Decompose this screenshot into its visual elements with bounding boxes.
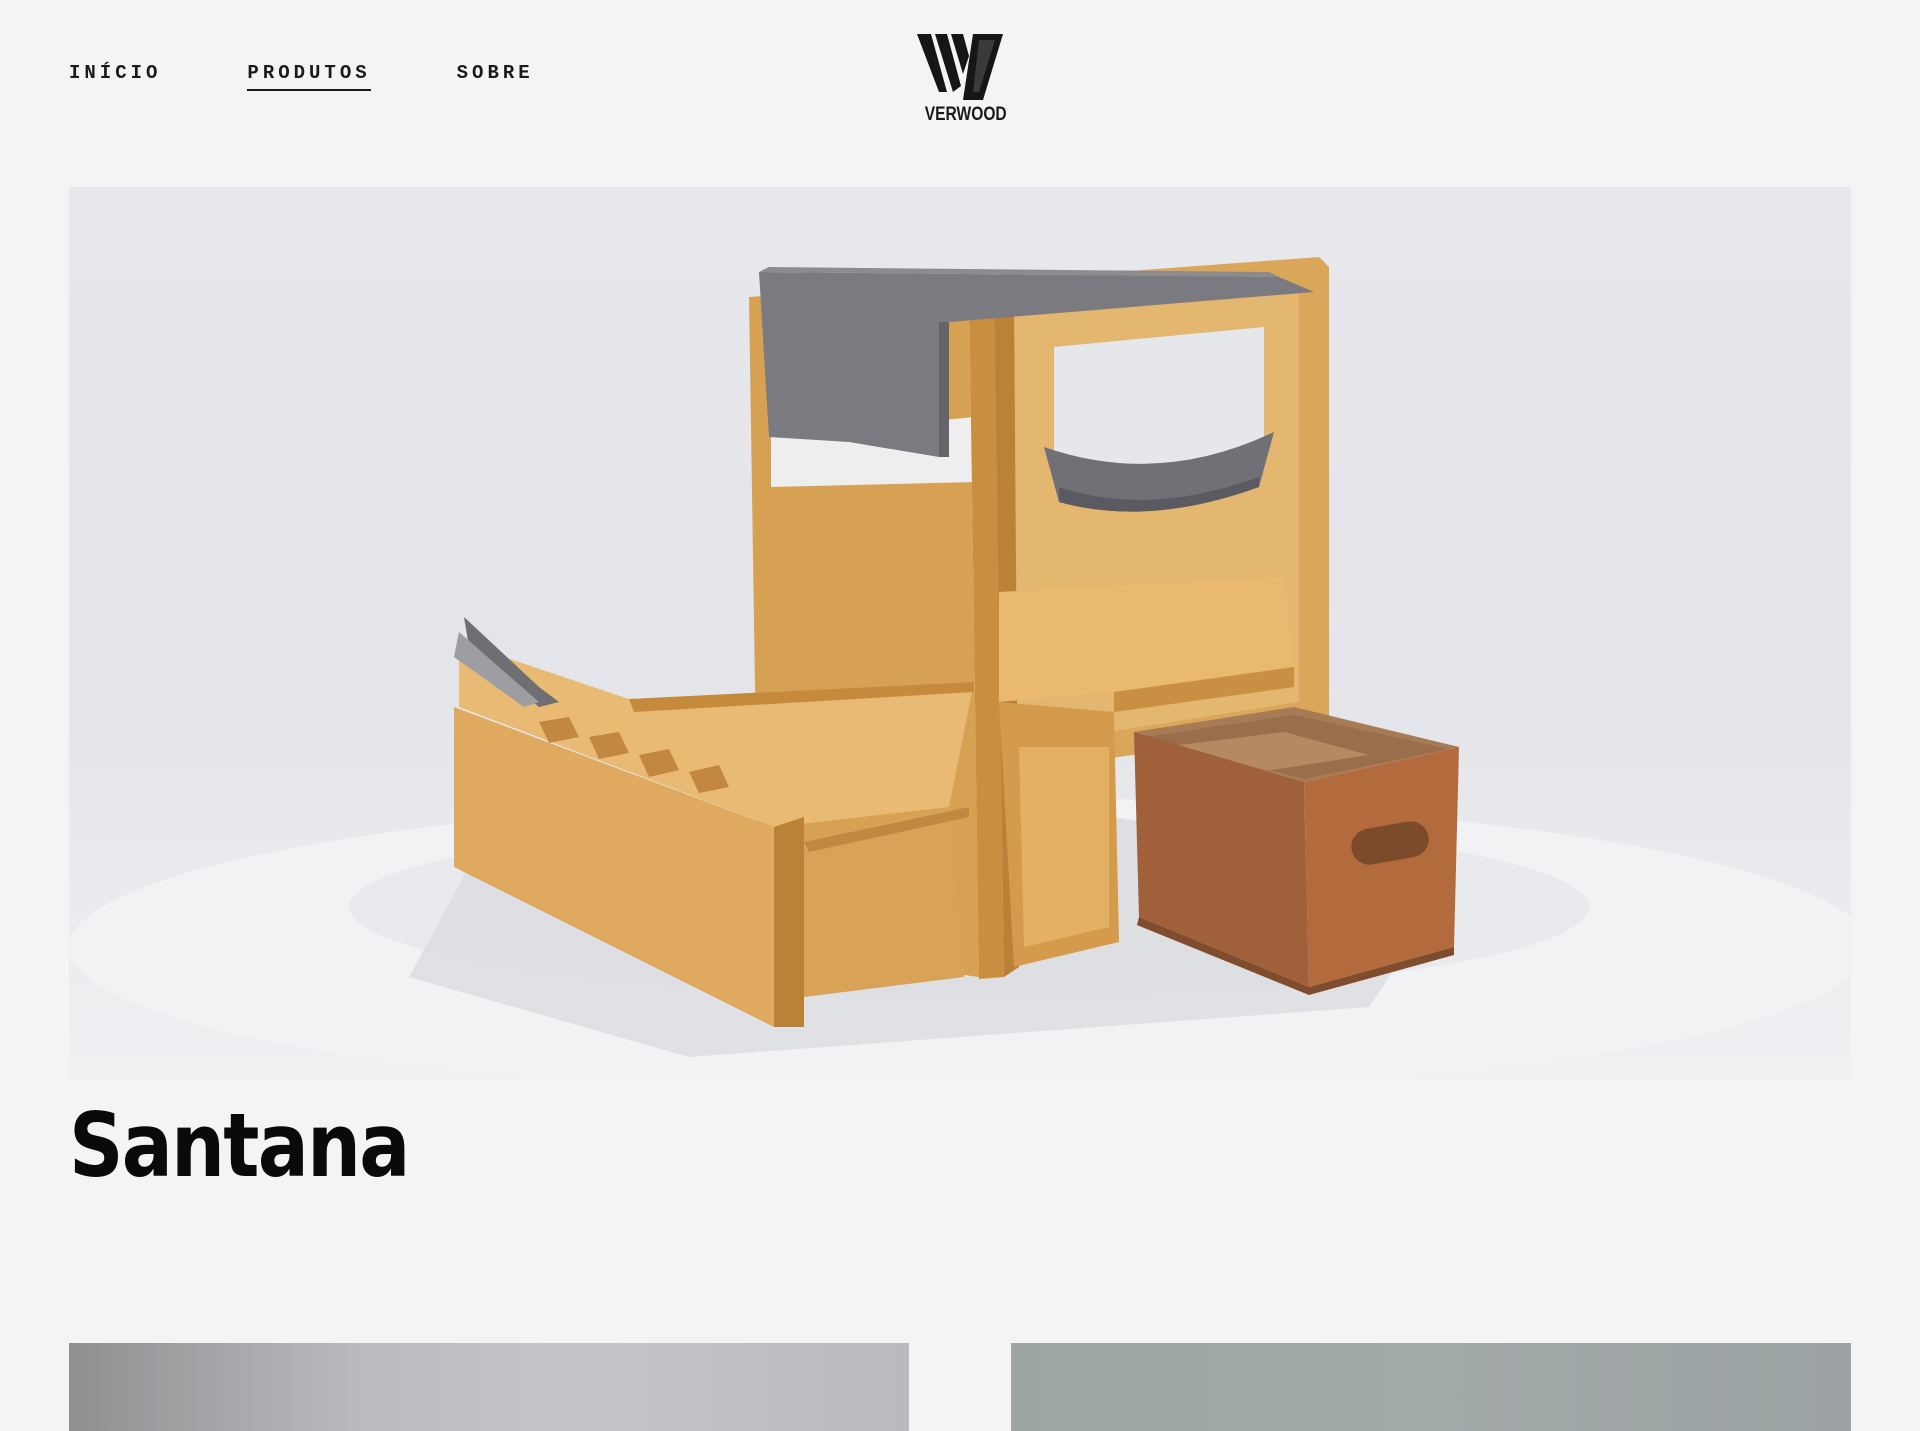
logo-mark-icon (917, 34, 1003, 100)
gallery-image-2[interactable] (1011, 1343, 1851, 1431)
hero-product-image (69, 187, 1851, 1080)
page: INÍCIO PRODUTOS SOBRE VERWOOD Santana (0, 0, 1920, 1431)
gallery-image-1[interactable] (69, 1343, 909, 1431)
verwood-logo[interactable]: VERWOOD (917, 34, 1007, 126)
nav-item-produtos[interactable]: PRODUTOS (247, 62, 371, 91)
nav-item-sobre[interactable]: SOBRE (457, 62, 534, 91)
nav-item-inicio[interactable]: INÍCIO (69, 62, 161, 91)
logo-text: VERWOOD (924, 104, 1007, 125)
main-nav: INÍCIO PRODUTOS SOBRE (69, 62, 534, 91)
product-title: Santana (69, 1094, 410, 1197)
